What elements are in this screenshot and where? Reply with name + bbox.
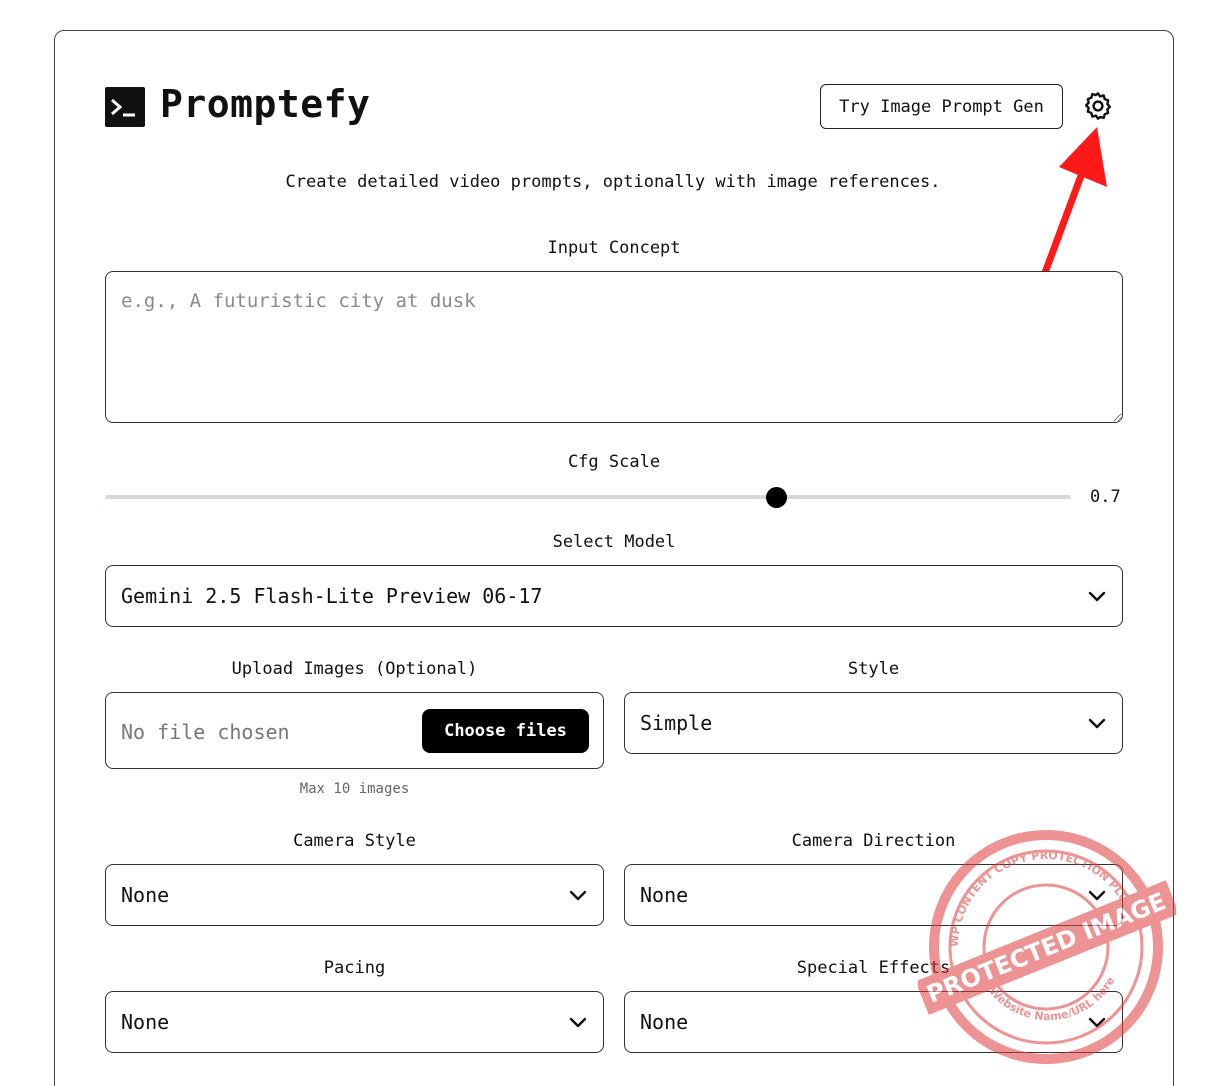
pacing-select[interactable]: None [105, 991, 604, 1053]
chevron-down-icon [569, 890, 587, 901]
model-select-value: Gemini 2.5 Flash-Lite Preview 06-17 [121, 584, 543, 608]
terminal-logo-icon [105, 87, 145, 127]
cfg-scale-slider[interactable] [105, 495, 1071, 499]
choose-files-button[interactable]: Choose files [422, 709, 589, 753]
camera-style-select-value: None [121, 883, 170, 907]
style-select[interactable]: Simple [624, 692, 1123, 754]
upload-images-label: Upload Images (Optional) [231, 659, 478, 679]
style-label: Style [847, 659, 900, 679]
special-effects-select[interactable]: None [624, 991, 1123, 1053]
cfg-scale-label: Cfg Scale [567, 452, 661, 472]
pacing-select-value: None [121, 1010, 170, 1034]
upload-images-input[interactable]: No file chosen Choose files [105, 692, 604, 769]
cfg-scale-slider-thumb[interactable] [766, 487, 787, 508]
page-subtitle: Create detailed video prompts, optionall… [285, 172, 941, 192]
model-select[interactable]: Gemini 2.5 Flash-Lite Preview 06-17 [105, 565, 1123, 627]
camera-direction-select[interactable]: None [624, 864, 1123, 926]
upload-hint: Max 10 images [299, 781, 410, 797]
gear-icon[interactable] [1082, 90, 1114, 122]
app-title: Promptefy [160, 82, 371, 126]
input-concept-field[interactable] [105, 271, 1123, 423]
special-effects-select-value: None [640, 1010, 689, 1034]
camera-style-select[interactable]: None [105, 864, 604, 926]
input-concept-label: Input Concept [547, 238, 681, 258]
pacing-label: Pacing [323, 958, 386, 978]
chevron-down-icon [1088, 591, 1106, 602]
chevron-down-icon [1088, 718, 1106, 729]
chevron-down-icon [1088, 890, 1106, 901]
chevron-down-icon [569, 1017, 587, 1028]
cfg-scale-value: 0.7 [1090, 487, 1121, 507]
chevron-down-icon [1088, 1017, 1106, 1028]
try-image-prompt-gen-button[interactable]: Try Image Prompt Gen [820, 84, 1063, 129]
select-model-label: Select Model [552, 532, 676, 552]
special-effects-label: Special Effects [796, 958, 951, 978]
camera-style-label: Camera Style [293, 831, 416, 851]
file-status: No file chosen [121, 720, 290, 744]
camera-direction-select-value: None [640, 883, 689, 907]
camera-direction-label: Camera Direction [791, 831, 956, 851]
style-select-value: Simple [640, 711, 713, 735]
